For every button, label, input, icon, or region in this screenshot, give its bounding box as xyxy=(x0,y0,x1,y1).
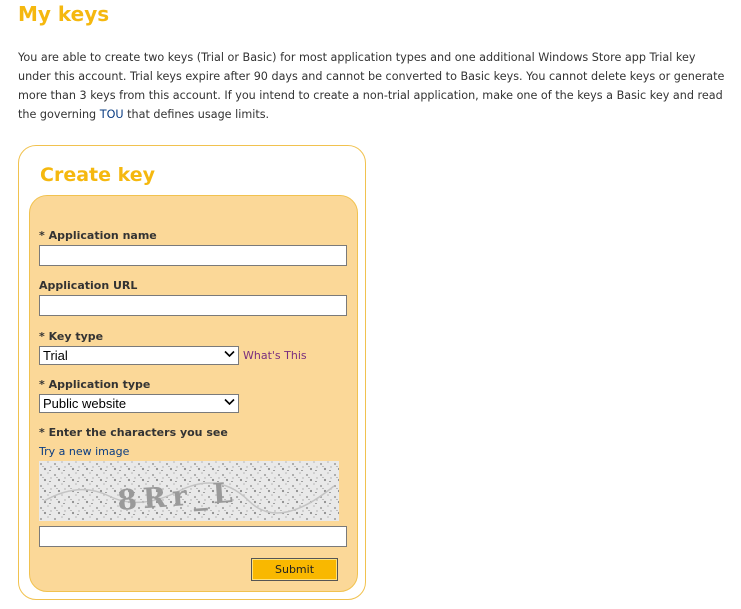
application-type-select[interactable]: Public website xyxy=(39,394,239,413)
create-key-title: Create key xyxy=(40,164,156,186)
whats-this-link[interactable]: What's This xyxy=(243,349,307,362)
captcha-label: * Enter the characters you see xyxy=(39,426,228,439)
application-type-label: * Application type xyxy=(39,378,151,391)
create-key-panel: Create key * Application name Applicatio… xyxy=(18,145,366,600)
captcha-input[interactable] xyxy=(39,526,347,547)
page-title: My keys xyxy=(18,2,110,26)
submit-button[interactable]: Submit xyxy=(251,558,338,581)
intro-text: You are able to create two keys (Trial o… xyxy=(18,48,730,124)
captcha-image: 8Rr_L xyxy=(39,461,339,521)
create-key-form: * Application name Application URL * Key… xyxy=(29,195,358,592)
chevron-down-icon xyxy=(223,397,236,410)
key-type-label: * Key type xyxy=(39,330,104,343)
intro-text-end: that defines usage limits. xyxy=(127,108,270,121)
application-name-label: * Application name xyxy=(39,229,157,242)
chevron-down-icon xyxy=(223,349,236,362)
intro-text-main: You are able to create two keys (Trial o… xyxy=(18,51,725,121)
key-type-value: Trial xyxy=(43,348,68,363)
application-type-value: Public website xyxy=(43,396,127,411)
key-type-select[interactable]: Trial xyxy=(39,346,239,365)
tou-link[interactable]: TOU xyxy=(100,108,124,121)
application-url-label: Application URL xyxy=(39,279,138,292)
try-new-image-link[interactable]: Try a new image xyxy=(39,445,129,458)
application-url-input[interactable] xyxy=(39,295,347,316)
application-name-input[interactable] xyxy=(39,245,347,266)
